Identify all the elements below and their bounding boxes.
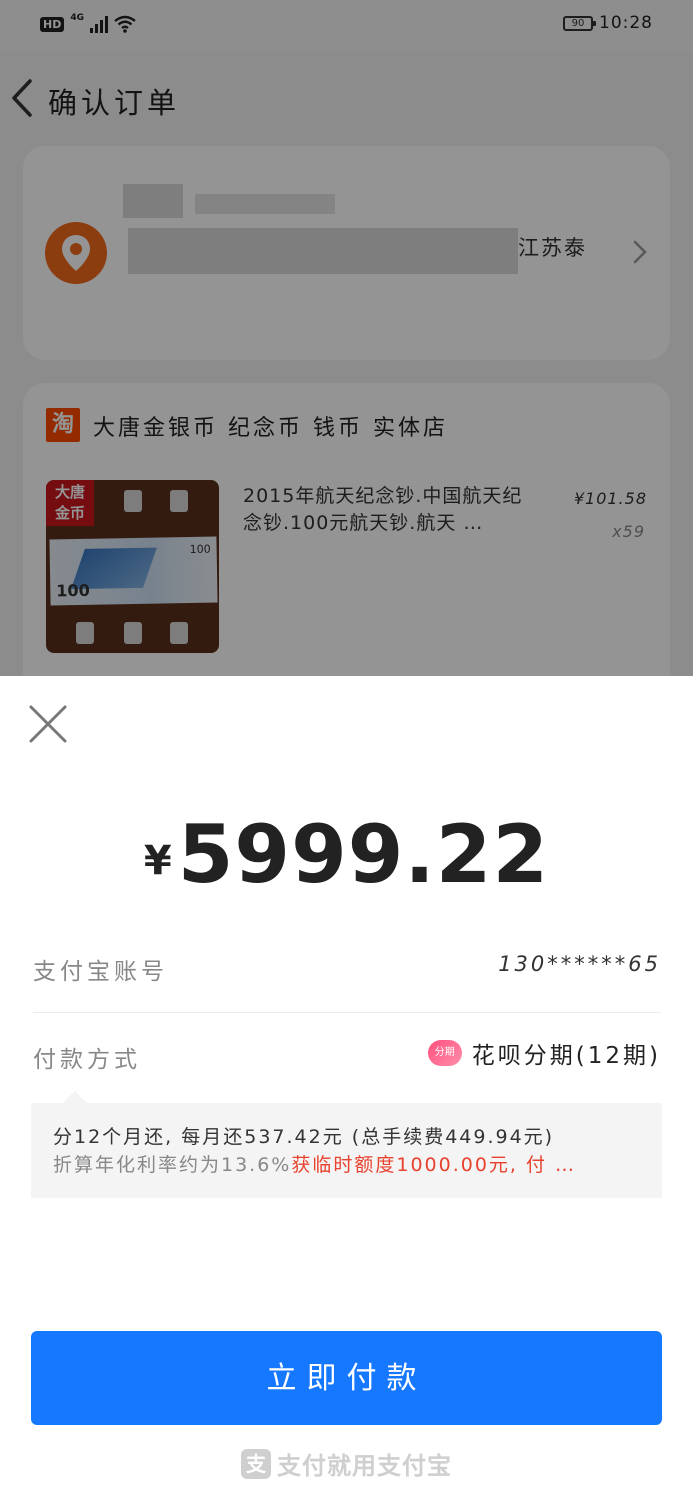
pay-now-button[interactable]: 立即付款 xyxy=(31,1331,662,1425)
payment-amount: ¥5999.22 xyxy=(0,808,693,901)
installment-rate: 折算年化利率约为13.6% xyxy=(53,1154,292,1176)
payment-sheet: ¥5999.22 支付宝账号 130******65 付款方式 分期 花呗分期(… xyxy=(0,676,693,1500)
payment-method-row[interactable]: 付款方式 分期 花呗分期(12期) xyxy=(33,1020,661,1100)
account-row: 支付宝账号 130******65 xyxy=(33,932,661,1013)
installment-rate-line: 折算年化利率约为13.6%获临时额度1000.00元, 付 … xyxy=(53,1151,640,1179)
alipay-footer: 支 支付就用支付宝 xyxy=(0,1446,693,1481)
installment-summary: 分12个月还, 每月还537.42元 (总手续费449.94元) xyxy=(53,1126,555,1148)
account-value: 130******65 xyxy=(498,952,661,976)
order-confirm-page: HD 4G 90 10:28 确认订单 江苏泰 淘 大唐金银币 纪念币 钱币 实… xyxy=(0,0,693,676)
huabei-installment-icon: 分期 xyxy=(427,1038,470,1066)
currency-symbol: ¥ xyxy=(143,838,172,884)
amount-value: 5999.22 xyxy=(177,808,550,901)
close-icon[interactable] xyxy=(28,704,68,744)
modal-dim-overlay[interactable] xyxy=(0,0,693,676)
payment-method-label: 付款方式 xyxy=(33,1047,141,1073)
alipay-logo-icon: 支 xyxy=(241,1448,271,1479)
temporary-credit-notice: 获临时额度1000.00元, 付 … xyxy=(291,1154,577,1176)
alipay-slogan: 支付就用支付宝 xyxy=(277,1452,452,1480)
payment-method-value: 花呗分期(12期) xyxy=(471,1043,661,1069)
payment-method-selector[interactable]: 分期 花呗分期(12期) xyxy=(427,1036,661,1070)
installment-info[interactable]: 分12个月还, 每月还537.42元 (总手续费449.94元) 折算年化利率约… xyxy=(31,1091,662,1198)
account-label: 支付宝账号 xyxy=(33,959,168,985)
